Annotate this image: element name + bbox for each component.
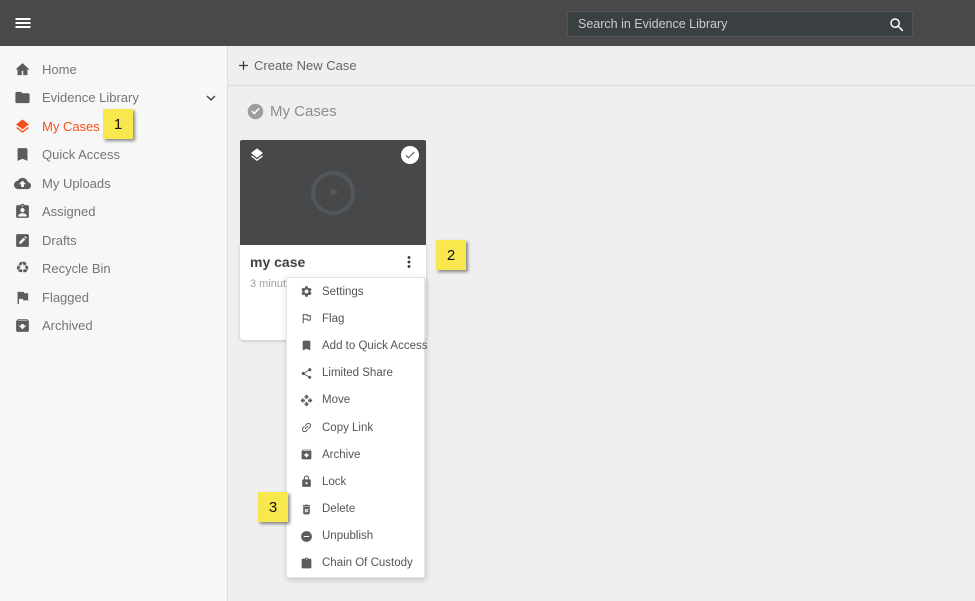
menu-item-label: Flag <box>322 312 345 325</box>
edit-square-icon <box>14 232 31 249</box>
sidebar-item-label: Home <box>42 61 77 77</box>
case-title: my case <box>250 254 306 270</box>
sidebar-item-evidence-library[interactable]: Evidence Library <box>0 84 227 113</box>
kebab-menu-icon <box>407 256 411 268</box>
selected-check-icon[interactable] <box>401 146 419 164</box>
sidebar-item-label: Recycle Bin <box>42 261 111 277</box>
menu-item-label: Lock <box>322 475 347 488</box>
menu-item-label: Settings <box>322 285 364 298</box>
clipboard-icon <box>300 557 313 570</box>
menu-item-label: Move <box>322 394 351 407</box>
menu-item-delete[interactable]: Delete <box>287 496 424 523</box>
layers-icon <box>249 147 265 163</box>
sidebar-item-assigned[interactable]: Assigned <box>0 198 227 227</box>
search-button[interactable] <box>888 16 906 34</box>
section-header: My Cases <box>247 103 975 120</box>
sidebar-item-label: My Cases <box>42 118 100 134</box>
section-title: My Cases <box>270 103 337 120</box>
menu-item-unpublish[interactable]: Unpublish <box>287 523 424 550</box>
home-icon <box>14 61 31 78</box>
cloud-upload-icon <box>14 175 31 192</box>
bookmark-icon <box>300 339 313 352</box>
search-box <box>567 11 913 37</box>
menu-item-label: Add to Quick Access <box>322 339 428 352</box>
sidebar-item-recycle-bin[interactable]: ♻ Recycle Bin <box>0 255 227 284</box>
sidebar-item-drafts[interactable]: Drafts <box>0 226 227 255</box>
move-icon <box>300 394 313 407</box>
folder-icon <box>14 89 31 106</box>
menu-item-lock[interactable]: Lock <box>287 468 424 495</box>
recycle-icon: ♻ <box>15 260 30 278</box>
menu-item-settings[interactable]: Settings <box>287 278 424 305</box>
menu-item-add-to-quick-access[interactable]: Add to Quick Access <box>287 332 428 359</box>
sidebar-item-flagged[interactable]: Flagged <box>0 283 227 312</box>
create-bar: Create New Case <box>228 46 975 86</box>
sidebar-item-archived[interactable]: Archived <box>0 312 227 341</box>
layers-icon <box>14 118 31 135</box>
bookmark-icon <box>14 146 31 163</box>
menu-item-label: Unpublish <box>322 530 374 543</box>
menu-item-label: Limited Share <box>322 367 393 380</box>
hamburger-menu-button[interactable] <box>12 13 34 33</box>
assignment-icon <box>14 203 31 220</box>
gear-icon <box>300 285 313 298</box>
play-button[interactable] <box>311 170 355 215</box>
case-thumbnail[interactable] <box>240 140 426 245</box>
link-icon <box>297 418 315 436</box>
sidebar-item-label: Archived <box>42 318 93 334</box>
search-input[interactable] <box>568 12 894 36</box>
sidebar-item-label: Quick Access <box>42 147 121 163</box>
chevron-down-icon[interactable] <box>202 89 220 107</box>
trash-icon <box>300 503 313 516</box>
lock-icon <box>300 475 313 488</box>
menu-item-label: Delete <box>322 503 356 516</box>
sidebar-item-label: Evidence Library <box>42 90 139 106</box>
sidebar-item-label: Drafts <box>42 232 77 248</box>
sidebar-item-home[interactable]: Home <box>0 55 227 84</box>
play-icon <box>330 186 339 197</box>
top-bar <box>0 0 975 46</box>
menu-item-archive[interactable]: Archive <box>287 441 424 468</box>
annotation-note-2: 2 <box>436 240 466 270</box>
plus-icon <box>236 58 251 73</box>
annotation-note-3: 3 <box>258 492 288 522</box>
kebab-menu-button[interactable] <box>400 253 418 271</box>
sidebar-item-label: Assigned <box>42 204 96 220</box>
archive-icon <box>14 317 31 334</box>
menu-item-chain-of-custody[interactable]: Chain Of Custody <box>287 550 424 577</box>
flag-outline-icon <box>300 312 313 325</box>
menu-item-flag[interactable]: Flag <box>287 305 424 332</box>
create-new-case-button[interactable]: Create New Case <box>236 58 357 73</box>
create-new-case-label: Create New Case <box>254 58 357 73</box>
annotation-note-1: 1 <box>103 109 133 139</box>
share-icon <box>300 367 313 380</box>
menu-item-label: Copy Link <box>322 421 374 434</box>
context-menu: Settings Flag Add to Quick Access Limite… <box>286 277 428 578</box>
menu-item-limited-share[interactable]: Limited Share <box>287 360 424 387</box>
search-icon <box>888 16 906 34</box>
menu-item-label: Chain Of Custody <box>322 557 413 570</box>
archive-icon <box>300 448 313 461</box>
flag-icon <box>14 289 31 306</box>
sidebar-item-label: Flagged <box>42 289 89 305</box>
sidebar-item-my-uploads[interactable]: My Uploads <box>0 169 227 198</box>
hamburger-icon <box>12 13 34 33</box>
menu-item-label: Archive <box>322 448 361 461</box>
check-circle-icon[interactable] <box>247 103 264 120</box>
sidebar-item-quick-access[interactable]: Quick Access <box>0 141 227 170</box>
block-icon <box>300 530 313 543</box>
menu-item-copy-link[interactable]: Copy Link <box>287 414 424 441</box>
menu-item-move[interactable]: Move <box>287 387 424 414</box>
sidebar-item-label: My Uploads <box>42 175 111 191</box>
